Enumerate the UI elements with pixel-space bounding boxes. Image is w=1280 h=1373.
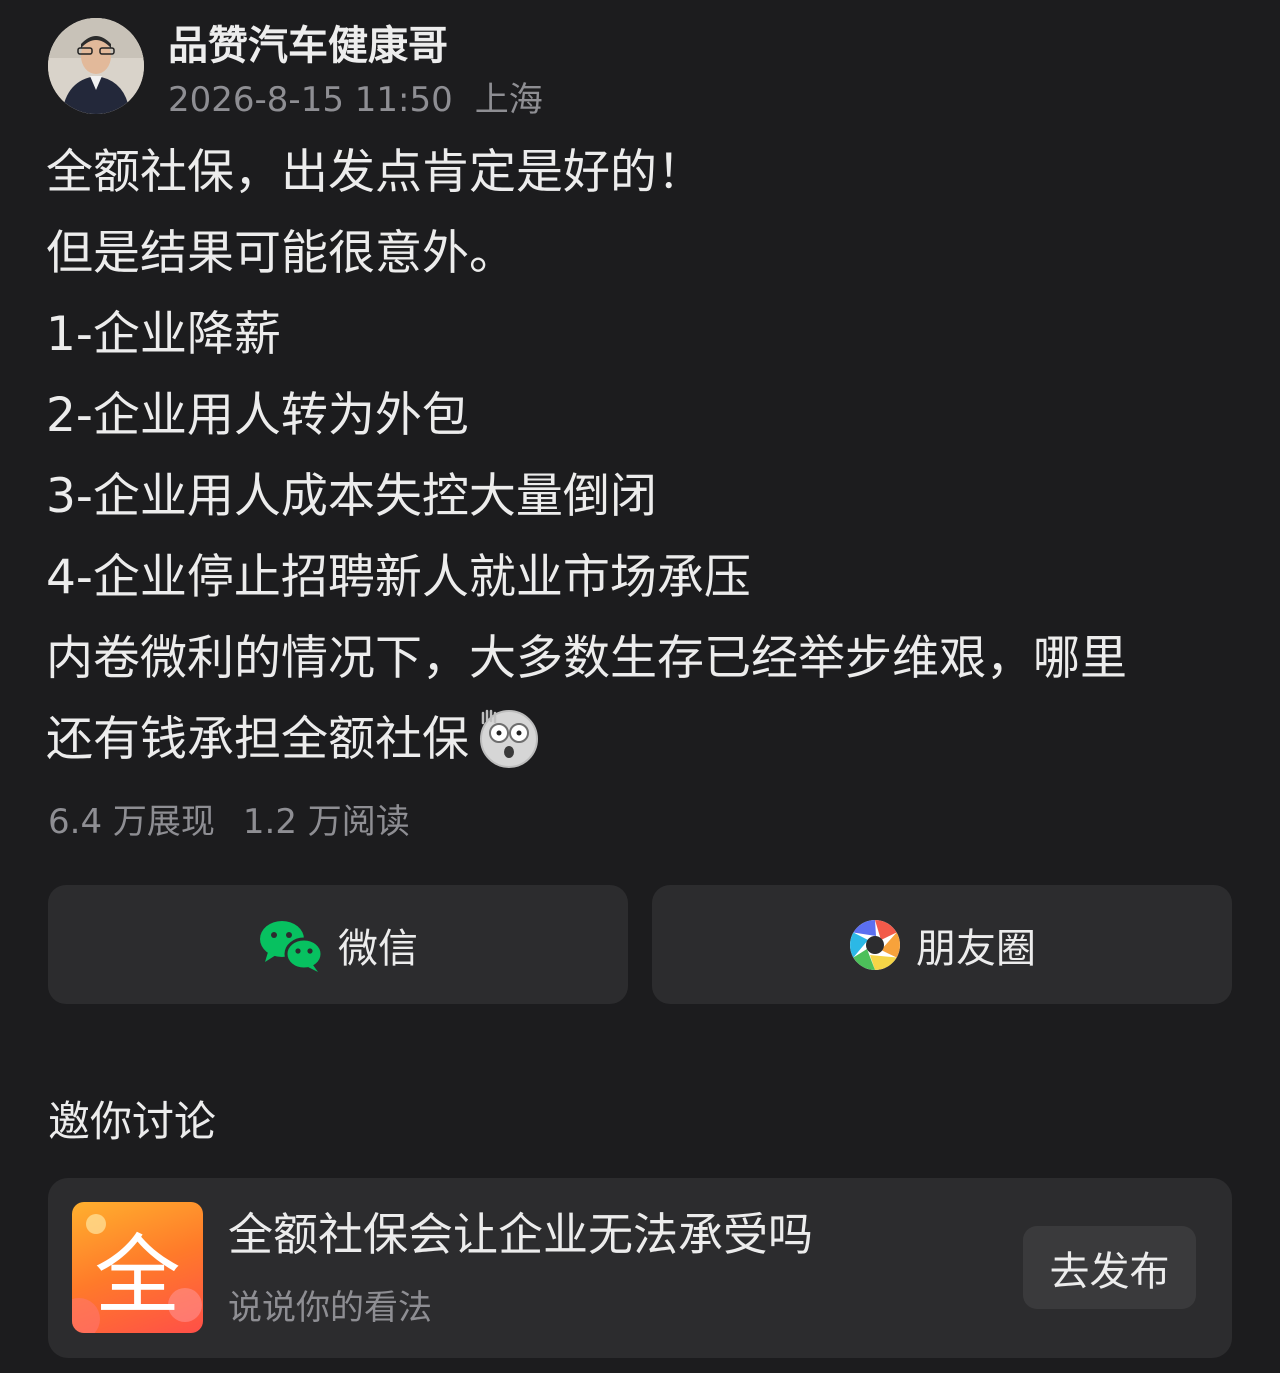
post-line-last: 还有钱承担全额社保 <box>46 699 1246 780</box>
topic-subtitle: 说说你的看法 <box>228 1288 432 1328</box>
share-wechat-label: 微信 <box>338 925 418 972</box>
author-meta: 品赞汽车健康哥 2026-8-15 11:50 上海 <box>168 22 543 120</box>
post-meta: 2026-8-15 11:50 上海 <box>168 80 543 120</box>
share-wechat-button[interactable]: 微信 <box>48 885 628 1004</box>
discussion-topic-card[interactable]: 全 全额社保会让企业无法承受吗 说说你的看法 去发布 <box>48 1178 1232 1358</box>
post-stats: 6.4 万展现 1.2 万阅读 <box>48 800 410 844</box>
post-line: 3-企业用人成本失控大量倒闭 <box>46 469 657 524</box>
share-moments-label: 朋友圈 <box>916 925 1036 972</box>
post-line: 2-企业用人转为外包 <box>46 388 469 443</box>
post-line: 内卷微利的情况下，大多数生存已经举步维艰，哪里 <box>46 631 1127 686</box>
post-line: 1-企业降薪 <box>46 307 281 362</box>
publish-button[interactable]: 去发布 <box>1023 1226 1196 1309</box>
post-line-text: 还有钱承担全额社保 <box>46 712 469 767</box>
avatar-photo-icon <box>48 18 144 114</box>
wechat-icon <box>260 920 324 972</box>
author-name[interactable]: 品赞汽车健康哥 <box>168 22 543 70</box>
topic-thumb-char: 全 <box>94 1226 181 1326</box>
post-location: 上海 <box>474 80 543 120</box>
author-avatar[interactable] <box>48 18 144 114</box>
moments-aperture-icon <box>850 919 900 970</box>
discussion-heading: 邀你讨论 <box>48 1097 217 1146</box>
post-body: 全额社保，出发点肯定是好的！ 但是结果可能很意外。 1-企业降薪 2-企业用人转… <box>46 132 1246 780</box>
topic-thumbnail: 全 <box>72 1202 203 1333</box>
shocked-face-icon <box>480 709 538 768</box>
topic-title: 全额社保会让企业无法承受吗 <box>228 1208 814 1261</box>
post-page: 品赞汽车健康哥 2026-8-15 11:50 上海 全额社保，出发点肯定是好的… <box>0 0 1280 1373</box>
post-line: 全额社保，出发点肯定是好的！ <box>46 145 704 200</box>
post-date: 2026-8-15 11:50 <box>168 80 453 120</box>
post-line: 但是结果可能很意外。 <box>46 226 516 281</box>
share-moments-button[interactable]: 朋友圈 <box>652 885 1232 1004</box>
post-line: 4-企业停止招聘新人就业市场承压 <box>46 550 751 605</box>
author-header: 品赞汽车健康哥 2026-8-15 11:50 上海 <box>48 18 543 120</box>
reads-count: 1.2 万阅读 <box>242 802 410 842</box>
impressions-count: 6.4 万展现 <box>48 802 215 842</box>
